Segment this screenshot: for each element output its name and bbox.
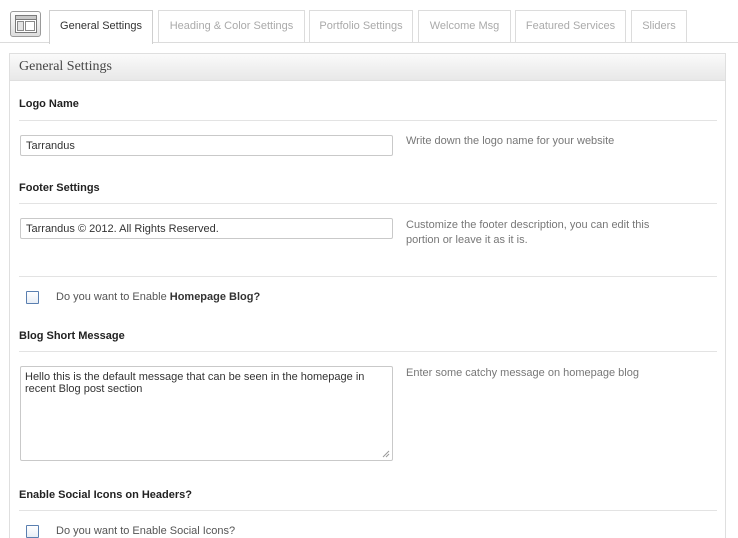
blog-message-text: Hello this is the default message that c… [25, 371, 365, 395]
panel-title: General Settings [10, 54, 725, 81]
divider [19, 351, 717, 352]
divider [19, 510, 717, 511]
blog-message-textarea[interactable]: Hello this is the default message that c… [20, 366, 393, 461]
tab-welcome-msg[interactable]: Welcome Msg [418, 10, 511, 43]
divider [19, 276, 717, 277]
homepage-blog-label-text: Do you want to Enable [56, 291, 170, 303]
resize-grip-icon[interactable] [382, 450, 390, 458]
tab-featured-services[interactable]: Featured Services [515, 10, 626, 43]
tab-portfolio-settings[interactable]: Portfolio Settings [309, 10, 413, 43]
social-icons-checkbox[interactable] [26, 525, 39, 538]
homepage-blog-label: Do you want to Enable Homepage Blog? [56, 291, 260, 303]
tab-heading-color-settings[interactable]: Heading & Color Settings [158, 10, 305, 43]
logo-name-help: Write down the logo name for your websit… [406, 135, 615, 147]
blog-message-help: Enter some catchy message on homepage bl… [406, 367, 639, 379]
tab-bar: General Settings Heading & Color Setting… [0, 0, 738, 44]
footer-help: Customize the footer description, you ca… [406, 219, 650, 246]
footer-settings-heading: Footer Settings [19, 182, 100, 194]
divider [19, 203, 717, 204]
homepage-blog-checkbox[interactable] [26, 291, 39, 304]
settings-panel: General Settings Logo Name Tarrandus Wri… [9, 53, 726, 538]
tab-general-settings[interactable]: General Settings [49, 10, 153, 44]
blog-short-message-heading: Blog Short Message [19, 330, 125, 342]
social-icons-label: Do you want to Enable Social Icons? [56, 525, 236, 537]
tab-sliders[interactable]: Sliders [631, 10, 687, 43]
homepage-blog-label-bold: Homepage Blog? [169, 291, 261, 303]
footer-text-input[interactable]: Tarrandus © 2012. All Rights Reserved. [20, 218, 393, 239]
logo-name-input[interactable]: Tarrandus [20, 135, 393, 156]
logo-name-heading: Logo Name [19, 98, 79, 110]
divider [19, 120, 717, 121]
social-icons-heading: Enable Social Icons on Headers? [19, 489, 192, 501]
theme-options-icon [10, 11, 41, 37]
